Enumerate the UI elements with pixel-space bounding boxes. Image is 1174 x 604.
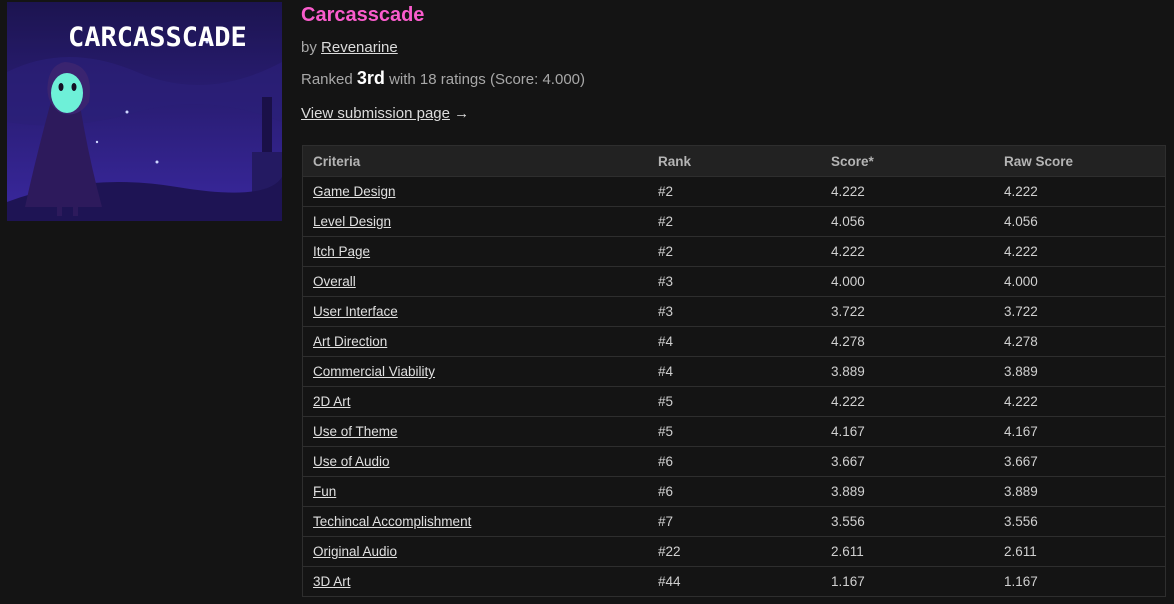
ranked-prefix: Ranked: [301, 71, 353, 88]
game-cover-image[interactable]: CARCASSCADE: [7, 2, 282, 221]
raw-score-cell: 3.722: [994, 296, 1166, 327]
raw-score-cell: 3.889: [994, 356, 1166, 387]
criteria-link[interactable]: Game Design: [313, 184, 396, 199]
rank-cell: #5: [648, 416, 821, 447]
table-row: Commercial Viability #4 3.889 3.889: [302, 356, 1166, 387]
criteria-link[interactable]: Original Audio: [313, 544, 397, 559]
table-header-row: Criteria Rank Score* Raw Score: [302, 145, 1166, 177]
table-row: Fun #6 3.889 3.889: [302, 476, 1166, 507]
score-cell: 1.167: [821, 566, 994, 597]
score-cell: 4.167: [821, 416, 994, 447]
raw-score-cell: 4.222: [994, 236, 1166, 267]
criteria-link[interactable]: Overall: [313, 274, 356, 289]
rank-cell: #3: [648, 296, 821, 327]
raw-score-cell: 3.667: [994, 446, 1166, 477]
ratings-text: with 18 ratings (Score: 4.000): [389, 71, 585, 88]
score-cell: 3.889: [821, 476, 994, 507]
raw-score-cell: 4.222: [994, 176, 1166, 207]
table-row: Techincal Accomplishment #7 3.556 3.556: [302, 506, 1166, 537]
header-score: Score*: [821, 145, 994, 177]
score-cell: 3.722: [821, 296, 994, 327]
table-row: Use of Theme #5 4.167 4.167: [302, 416, 1166, 447]
score-cell: 3.667: [821, 446, 994, 477]
rank-cell: #6: [648, 446, 821, 477]
raw-score-cell: 3.889: [994, 476, 1166, 507]
criteria-link[interactable]: Techincal Accomplishment: [313, 514, 471, 529]
score-cell: 4.222: [821, 386, 994, 417]
criteria-link[interactable]: Itch Page: [313, 244, 370, 259]
header-raw-score: Raw Score: [994, 145, 1166, 177]
raw-score-cell: 2.611: [994, 536, 1166, 567]
rank-cell: #2: [648, 206, 821, 237]
rank-cell: #6: [648, 476, 821, 507]
criteria-link[interactable]: Use of Audio: [313, 454, 390, 469]
table-row: Level Design #2 4.056 4.056: [302, 206, 1166, 237]
raw-score-cell: 4.222: [994, 386, 1166, 417]
table-row: Art Direction #4 4.278 4.278: [302, 326, 1166, 357]
rank-cell: #4: [648, 356, 821, 387]
score-cell: 4.222: [821, 176, 994, 207]
rank-cell: #4: [648, 326, 821, 357]
author-link[interactable]: Revenarine: [321, 39, 398, 56]
table-row: 2D Art #5 4.222 4.222: [302, 386, 1166, 417]
raw-score-cell: 4.167: [994, 416, 1166, 447]
rank-cell: #2: [648, 176, 821, 207]
score-cell: 4.056: [821, 206, 994, 237]
header-criteria: Criteria: [302, 145, 648, 177]
criteria-link[interactable]: Commercial Viability: [313, 364, 435, 379]
criteria-link[interactable]: Level Design: [313, 214, 391, 229]
table-row: 3D Art #44 1.167 1.167: [302, 566, 1166, 597]
criteria-link[interactable]: User Interface: [313, 304, 398, 319]
criteria-link[interactable]: 3D Art: [313, 574, 351, 589]
results-table: Criteria Rank Score* Raw Score Game Desi…: [302, 145, 1166, 597]
raw-score-cell: 1.167: [994, 566, 1166, 597]
ranking-summary: Ranked 3rd with 18 ratings (Score: 4.000…: [301, 68, 585, 89]
rank-cell: #7: [648, 506, 821, 537]
game-title[interactable]: Carcasscade: [301, 4, 424, 27]
view-submission-link[interactable]: View submission page: [301, 105, 450, 122]
score-cell: 3.556: [821, 506, 994, 537]
table-row: Use of Audio #6 3.667 3.667: [302, 446, 1166, 477]
rank-cell: #2: [648, 236, 821, 267]
table-row: User Interface #3 3.722 3.722: [302, 296, 1166, 327]
byline: by Revenarine: [301, 39, 398, 56]
rank-cell: #44: [648, 566, 821, 597]
criteria-link[interactable]: Art Direction: [313, 334, 387, 349]
score-cell: 4.278: [821, 326, 994, 357]
score-cell: 3.889: [821, 356, 994, 387]
raw-score-cell: 4.278: [994, 326, 1166, 357]
ranked-place: 3rd: [356, 68, 385, 88]
rank-cell: #22: [648, 536, 821, 567]
raw-score-cell: 4.056: [994, 206, 1166, 237]
raw-score-cell: 4.000: [994, 266, 1166, 297]
by-prefix: by: [301, 39, 317, 56]
rank-cell: #3: [648, 266, 821, 297]
criteria-link[interactable]: 2D Art: [313, 394, 351, 409]
raw-score-cell: 3.556: [994, 506, 1166, 537]
view-submission: View submission page →: [301, 105, 469, 122]
table-row: Itch Page #2 4.222 4.222: [302, 236, 1166, 267]
table-row: Game Design #2 4.222 4.222: [302, 176, 1166, 207]
criteria-link[interactable]: Use of Theme: [313, 424, 398, 439]
table-row: Original Audio #22 2.611 2.611: [302, 536, 1166, 567]
criteria-link[interactable]: Fun: [313, 484, 336, 499]
header-rank: Rank: [648, 145, 821, 177]
arrow-right-icon: →: [454, 105, 470, 122]
cover-logo-text: CARCASSCADE: [68, 22, 247, 53]
rank-cell: #5: [648, 386, 821, 417]
score-cell: 4.000: [821, 266, 994, 297]
score-cell: 2.611: [821, 536, 994, 567]
table-row: Overall #3 4.000 4.000: [302, 266, 1166, 297]
score-cell: 4.222: [821, 236, 994, 267]
